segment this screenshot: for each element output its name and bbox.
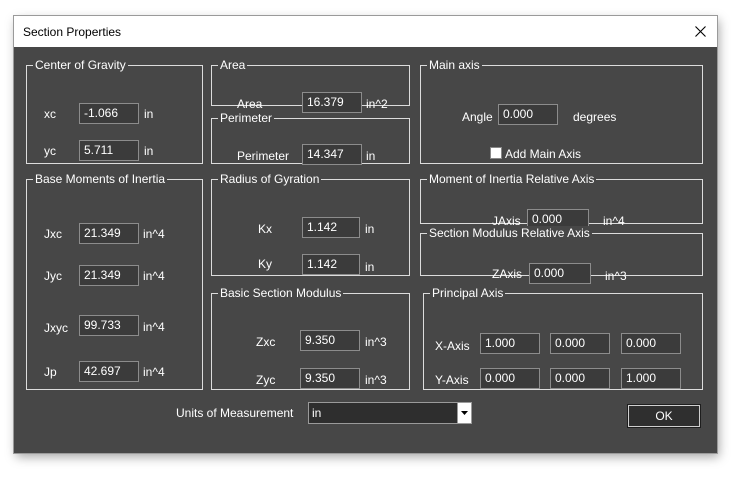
ky-unit: in <box>365 260 375 274</box>
jp-unit: in^4 <box>143 365 165 379</box>
group-legend: Section Modulus Relative Axis <box>427 226 592 240</box>
group-legend: Radius of Gyration <box>218 172 322 186</box>
angle-label: Angle <box>462 110 493 124</box>
kx-field[interactable]: 1.142 <box>302 217 360 238</box>
units-label: Units of Measurement <box>176 406 294 420</box>
units-selected-value: in <box>312 406 322 420</box>
units-dropdown-button[interactable] <box>457 403 471 423</box>
xc-unit: in <box>144 107 154 121</box>
zyc-label: Zyc <box>256 373 276 387</box>
zxc-unit: in^3 <box>365 335 387 349</box>
zyc-unit: in^3 <box>365 373 387 387</box>
title-bar: Section Properties <box>14 16 717 47</box>
x-axis-field-3[interactable]: 0.000 <box>621 333 681 354</box>
group-legend: Base Moments of Inertia <box>33 172 168 186</box>
kx-unit: in <box>365 222 375 236</box>
jxc-unit: in^4 <box>143 227 165 241</box>
yc-unit: in <box>144 144 154 158</box>
perimeter-unit: in <box>366 149 376 163</box>
jaxis-unit: in^4 <box>603 214 625 228</box>
x-axis-field-2[interactable]: 0.000 <box>550 333 610 354</box>
yc-label: yc <box>44 144 56 158</box>
group-legend: Center of Gravity <box>33 58 128 72</box>
ok-button[interactable]: OK <box>627 404 701 428</box>
jxyc-field[interactable]: 99.733 <box>79 315 139 336</box>
yc-field[interactable]: 5.711 <box>79 140 139 161</box>
y-axis-field-2[interactable]: 0.000 <box>550 368 610 389</box>
area-field[interactable]: 16.379 <box>302 92 362 113</box>
perimeter-label: Perimeter <box>237 149 290 163</box>
zaxis-field[interactable]: 0.000 <box>529 263 591 284</box>
section-properties-dialog: Section Properties Center of Gravity xc … <box>14 16 717 453</box>
kx-label: Kx <box>258 222 273 236</box>
x-axis-label: X-Axis <box>435 339 470 353</box>
jyc-unit: in^4 <box>143 269 165 283</box>
group-legend: Area <box>218 58 248 72</box>
xc-label: xc <box>44 107 56 121</box>
zyc-field[interactable]: 9.350 <box>300 368 360 389</box>
close-button[interactable] <box>683 16 717 47</box>
zxc-label: Zxc <box>256 335 276 349</box>
angle-unit: degrees <box>573 110 617 124</box>
jxyc-unit: in^4 <box>143 320 165 334</box>
jp-label: Jp <box>44 365 57 379</box>
jp-field[interactable]: 42.697 <box>79 361 139 382</box>
group-legend: Principal Axis <box>430 286 506 300</box>
y-axis-field-1[interactable]: 0.000 <box>480 368 540 389</box>
units-select[interactable]: in <box>308 402 472 424</box>
add-main-axis-label[interactable]: Add Main Axis <box>505 147 581 161</box>
area-label: Area <box>237 97 263 111</box>
perimeter-field[interactable]: 14.347 <box>302 144 362 165</box>
y-axis-label: Y-Axis <box>435 373 469 387</box>
close-icon <box>694 26 706 37</box>
group-legend: Basic Section Modulus <box>218 286 344 300</box>
zaxis-unit: in^3 <box>605 269 627 283</box>
dialog-body: Center of Gravity xc -1.066 in yc 5.711 … <box>14 47 717 453</box>
x-axis-field-1[interactable]: 1.000 <box>480 333 540 354</box>
group-legend: Main axis <box>427 58 482 72</box>
xc-field[interactable]: -1.066 <box>79 103 139 124</box>
area-unit: in^2 <box>366 97 388 111</box>
group-legend: Perimeter <box>218 111 275 125</box>
zxc-field[interactable]: 9.350 <box>300 330 360 351</box>
jxyc-label: Jxyc <box>44 321 68 335</box>
chevron-down-icon <box>461 411 468 415</box>
zaxis-label: ZAxis <box>492 267 522 281</box>
add-main-axis-checkbox[interactable] <box>490 147 502 159</box>
jxc-field[interactable]: 21.349 <box>79 223 139 244</box>
group-legend: Moment of Inertia Relative Axis <box>427 172 597 186</box>
y-axis-field-3[interactable]: 1.000 <box>621 368 681 389</box>
jxc-label: Jxc <box>44 227 62 241</box>
jyc-label: Jyc <box>44 269 62 283</box>
jyc-field[interactable]: 21.349 <box>79 265 139 286</box>
ky-label: Ky <box>258 257 273 271</box>
ky-field[interactable]: 1.142 <box>302 254 360 275</box>
window-title: Section Properties <box>23 25 122 39</box>
angle-field[interactable]: 0.000 <box>498 104 558 125</box>
